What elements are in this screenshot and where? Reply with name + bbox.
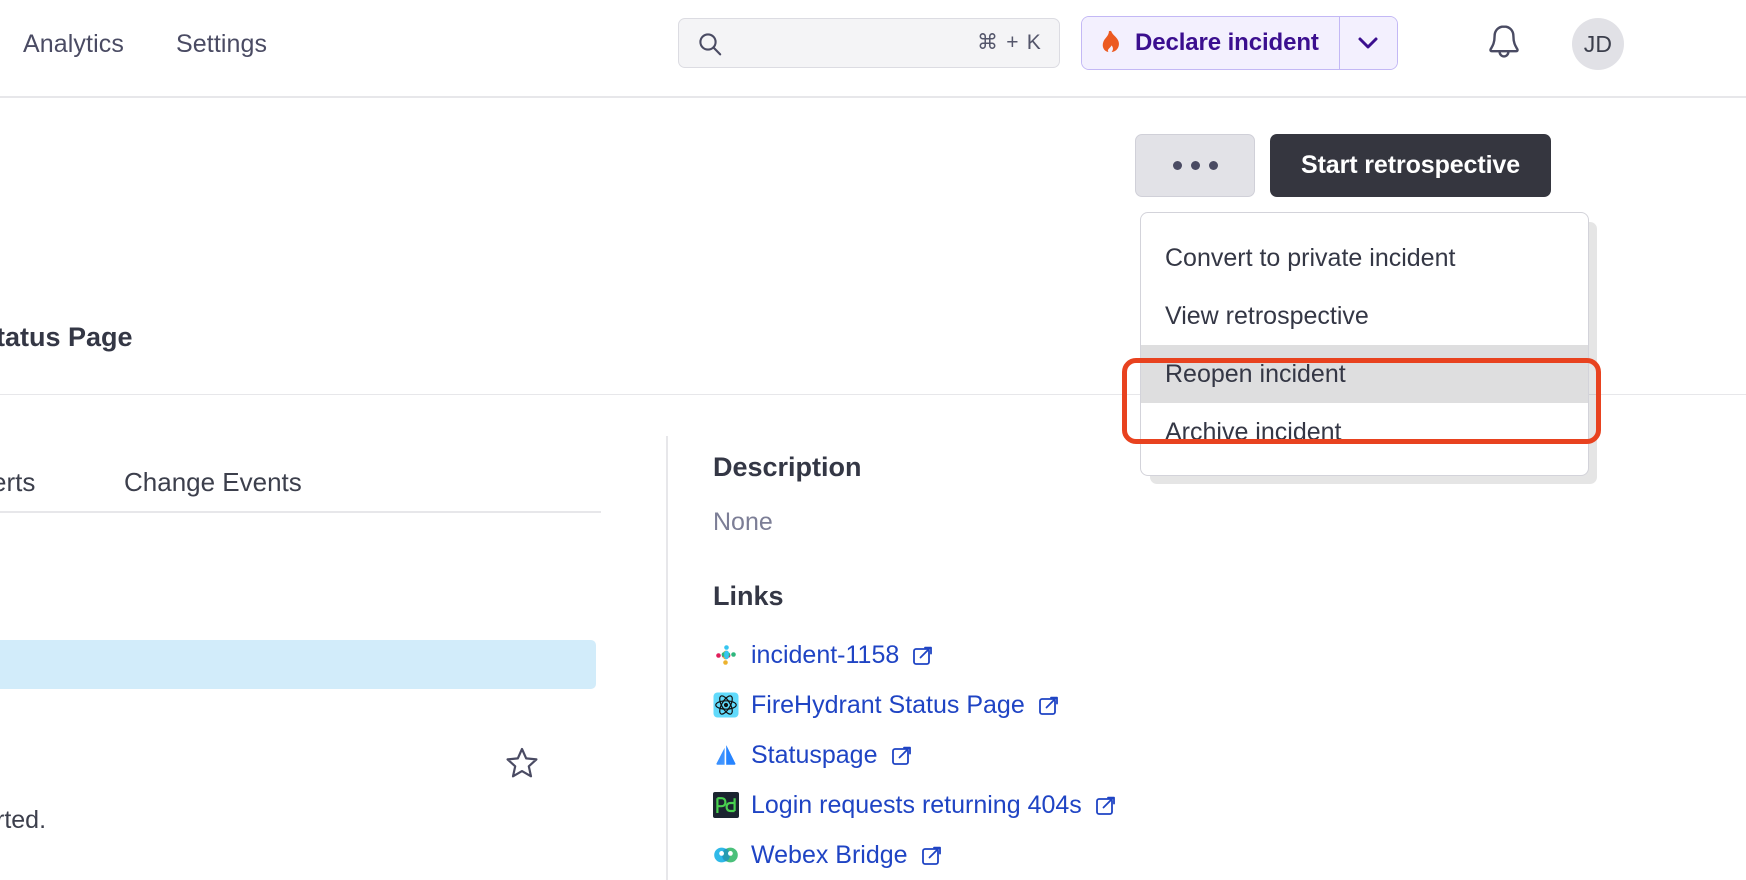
top-navigation-bar: Analytics Settings ⌘ + K Declare inciden… xyxy=(0,0,1746,98)
external-link-icon xyxy=(1095,796,1115,815)
search-shortcut-hint: ⌘ + K xyxy=(977,31,1042,54)
declare-incident-label: Declare incident xyxy=(1135,29,1319,56)
firehydrant-atom-icon xyxy=(713,692,739,718)
bell-icon xyxy=(1489,25,1519,58)
ellipsis-icon xyxy=(1190,161,1200,170)
menu-item-convert-to-private-incident[interactable]: Convert to private incident xyxy=(1141,229,1588,287)
links-list: incident-1158 FireHydrant Status Page St… xyxy=(713,630,1233,880)
link-label: Login requests returning 404s xyxy=(751,790,1082,819)
search-icon xyxy=(699,33,722,56)
star-button[interactable] xyxy=(504,745,540,781)
webex-icon xyxy=(714,847,738,863)
slack-icon xyxy=(716,645,736,665)
page-title: tatus Page xyxy=(0,322,133,352)
ellipsis-icon xyxy=(1208,161,1218,170)
chevron-down-icon xyxy=(1358,37,1378,49)
declare-incident-dropdown-toggle[interactable] xyxy=(1338,17,1397,69)
nav-link-analytics[interactable]: Analytics xyxy=(23,30,124,59)
list-item[interactable]: FireHydrant Status Page xyxy=(713,680,1233,730)
more-actions-button[interactable] xyxy=(1135,134,1255,197)
notifications-bell-button[interactable] xyxy=(1481,20,1527,66)
nav-link-settings[interactable]: Settings xyxy=(176,30,267,59)
menu-item-reopen-incident[interactable]: Reopen incident xyxy=(1141,345,1588,403)
highlighted-row-band xyxy=(0,640,596,689)
list-item[interactable]: incident-1158 xyxy=(713,630,1233,680)
ellipsis-icon xyxy=(1172,161,1182,170)
column-divider xyxy=(666,436,668,880)
list-item[interactable]: Webex Bridge xyxy=(713,830,1233,880)
external-link-icon xyxy=(891,746,911,765)
link-label: Webex Bridge xyxy=(751,840,908,869)
atlassian-statuspage-icon xyxy=(716,745,736,765)
link-label: FireHydrant Status Page xyxy=(751,690,1025,719)
declare-incident-button[interactable]: Declare incident xyxy=(1082,17,1339,69)
link-label: incident-1158 xyxy=(751,640,900,669)
actions-dropdown-menu: Convert to private incident View retrosp… xyxy=(1140,212,1589,476)
description-heading: Description xyxy=(713,452,862,482)
links-heading: Links xyxy=(713,581,784,611)
menu-item-archive-incident[interactable]: Archive incident xyxy=(1141,403,1588,461)
user-avatar[interactable]: JD xyxy=(1572,18,1624,70)
list-item[interactable]: Statuspage xyxy=(713,730,1233,780)
pagerduty-icon xyxy=(713,792,739,818)
external-link-icon xyxy=(913,646,933,665)
menu-item-view-retrospective[interactable]: View retrospective xyxy=(1141,287,1588,345)
tab-alerts[interactable]: erts xyxy=(0,467,35,498)
timeline-text: rted. xyxy=(0,806,47,834)
external-link-icon xyxy=(921,846,941,865)
flame-icon xyxy=(1102,30,1119,53)
star-outline-icon xyxy=(506,747,538,778)
start-retrospective-button[interactable]: Start retrospective xyxy=(1270,134,1552,197)
search-input[interactable]: ⌘ + K xyxy=(678,18,1060,68)
list-item[interactable]: Login requests returning 404s xyxy=(713,780,1233,830)
link-label: Statuspage xyxy=(751,740,878,769)
external-link-icon xyxy=(1038,696,1058,715)
declare-incident-split-button: Declare incident xyxy=(1081,16,1398,70)
tabs-underline xyxy=(0,511,601,513)
tab-change-events[interactable]: Change Events xyxy=(124,467,302,498)
description-value: None xyxy=(713,508,773,536)
